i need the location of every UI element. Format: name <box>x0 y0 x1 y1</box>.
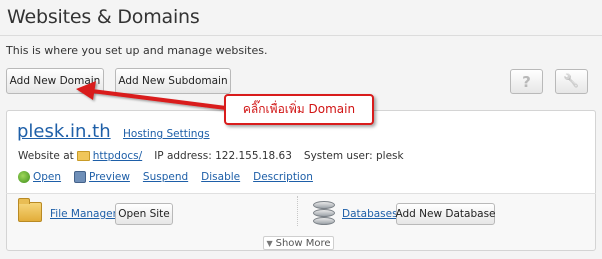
arrow-head <box>76 81 96 100</box>
annotation-callout: คลิ๊กเพื่อเพิ่ม Domain <box>224 94 374 125</box>
annotation-arrow <box>76 81 227 110</box>
arrow-shaft <box>91 89 227 110</box>
